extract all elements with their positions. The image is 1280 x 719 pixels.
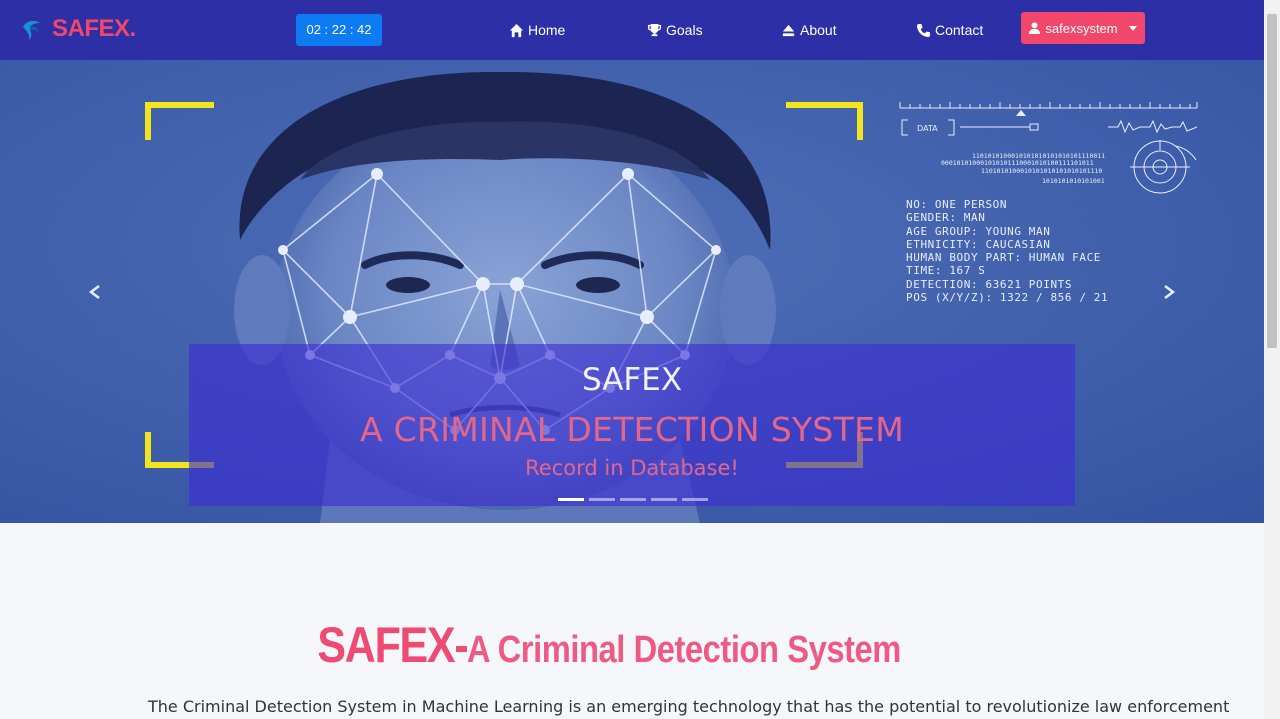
nav-about[interactable]: About: [781, 20, 837, 40]
carousel-next-button[interactable]: [1159, 282, 1179, 302]
nav-contact-label: Contact: [935, 22, 984, 38]
nav-about-label: About: [800, 22, 837, 38]
brand-logo[interactable]: SAFEX.: [20, 15, 136, 43]
user-icon: [1029, 22, 1041, 34]
carousel-caption: SAFEX A CRIMINAL DETECTION SYSTEM Record…: [189, 344, 1075, 506]
caption-subtitle: A CRIMINAL DETECTION SYSTEM: [359, 410, 905, 449]
clock-display: 02 : 22 : 42: [296, 14, 382, 46]
caption-title: SAFEX: [581, 362, 683, 398]
scrollbar-thumb[interactable]: [1267, 14, 1277, 348]
eject-icon: [782, 24, 795, 36]
phone-icon: [916, 23, 931, 37]
navbar: SAFEX. 02 : 22 : 42 Home Goals About Con…: [0, 0, 1264, 60]
heading-brand: SAFEX-: [316, 617, 468, 673]
user-dropdown-button[interactable]: safexsystem: [1021, 12, 1145, 44]
svg-text:1010101010101001: 1010101010101001: [1042, 177, 1105, 185]
nav-contact[interactable]: Contact: [916, 20, 983, 40]
carousel-prev-button[interactable]: [85, 282, 105, 302]
hud-readout: NO: ONE PERSON GENDER: MAN AGE GROUP: YO…: [906, 198, 1109, 305]
carousel-indicator[interactable]: [682, 498, 708, 501]
intro-paragraph: The Criminal Detection System in Machine…: [148, 697, 1230, 716]
nav-home[interactable]: Home: [509, 20, 565, 40]
nav-goals-label: Goals: [666, 22, 703, 38]
carousel-indicators: [558, 498, 708, 501]
brand-name: SAFEX.: [52, 15, 136, 42]
nav-home-label: Home: [528, 22, 566, 38]
heading-text: A Criminal Detection System: [466, 629, 901, 671]
nav-goals[interactable]: Goals: [647, 20, 703, 40]
user-name: safexsystem: [1045, 20, 1118, 36]
chevron-down-icon: [1128, 25, 1137, 31]
hud-data-label: DATA: [917, 124, 938, 133]
svg-text:000101010001010101110001010100: 000101010001010101110001010100111101011: [941, 159, 1094, 167]
carousel-indicator[interactable]: [620, 498, 646, 501]
trophy-icon: [647, 23, 662, 36]
carousel-indicator[interactable]: [651, 498, 677, 501]
home-icon: [509, 23, 524, 37]
section-heading: SAFEX- A Criminal Detection System: [0, 616, 1264, 674]
page: SAFEX. 02 : 22 : 42 Home Goals About Con…: [0, 0, 1280, 719]
carousel-indicator[interactable]: [589, 498, 615, 501]
hero-carousel: DATA 1101010100010101010101010101110011 …: [0, 60, 1264, 523]
caption-tagline: Record in Database!: [525, 456, 739, 480]
page-scrollbar[interactable]: [1264, 0, 1280, 719]
svg-text:110101010001010101010101010111: 1101010100010101010101010101110: [981, 167, 1102, 175]
logo-icon: [23, 20, 40, 40]
carousel-indicator[interactable]: [558, 498, 584, 501]
